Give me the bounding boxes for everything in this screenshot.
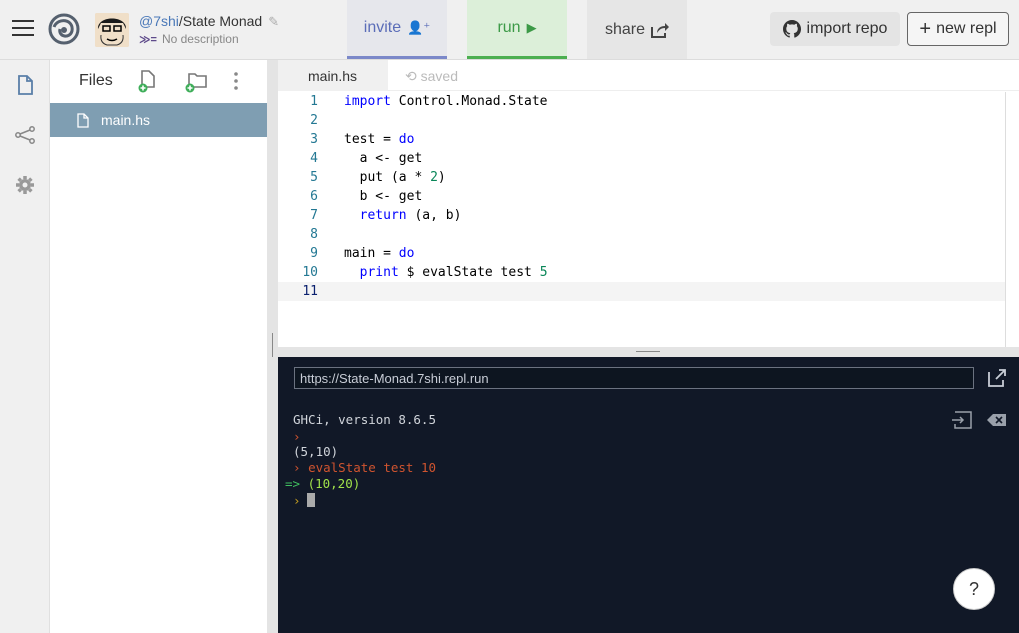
code-lines[interactable]: 1 import Control.Monad.State 2 3 test = do 4 … [278,92,1005,301]
code-text: print $ evalState test 5 [359,265,548,280]
console-resize-handle[interactable] [278,347,1019,357]
files-header: Files [50,60,267,102]
line-number: 6 [310,189,318,204]
result-arrow: => [285,476,308,491]
prompt-chevron-icon: › [293,460,309,475]
line-number: 5 [310,170,318,185]
tab-main-hs[interactable]: main.hs [278,60,388,91]
editor-scrollbar[interactable] [1005,92,1006,347]
code-text: test = do [344,132,415,147]
console-command: evalState test 10 [308,460,436,475]
code-line[interactable]: 3 test = do [278,130,1005,149]
code-text: b <- get [344,189,423,204]
console-panel[interactable]: https://State-Monad.7shi.repl.run GHCi, … [278,357,1019,633]
repl-title[interactable]: @7shi/State Monad ✎ [139,13,279,30]
line-number: 2 [310,113,318,128]
code-line[interactable]: 10 print $ evalState test 5 [278,263,1005,282]
editor-tabs: main.hs ⟲ saved [278,60,1019,91]
line-number: 7 [310,208,318,223]
code-line[interactable]: 7 return (a, b) [278,206,1005,225]
console-command-line: › evalState test 10 [293,460,436,475]
repl-description[interactable]: ≫= No description [139,32,239,46]
add-user-icon: 👤⁺ [407,20,431,35]
import-label: import repo [806,20,888,37]
code-line[interactable]: 4 a <- get [278,149,1005,168]
more-options-icon[interactable] [224,69,248,93]
code-line[interactable]: 1 import Control.Monad.State [278,92,1005,111]
clear-console-icon[interactable] [986,411,1008,429]
share-button[interactable]: share [587,0,687,59]
code-line[interactable]: 5 put (a * 2) [278,168,1005,187]
replit-logo[interactable] [48,13,80,45]
new-repl-label: new repl [936,20,997,37]
line-number: 9 [310,246,318,261]
files-panel: Files main.hs [50,60,267,633]
sidebar-resize-handle[interactable] [267,60,278,633]
owner-link[interactable]: @7shi [139,13,179,29]
console-result: (10,20) [307,476,361,491]
console-line: (5,10) [293,444,339,459]
pencil-icon[interactable]: ✎ [268,14,279,30]
add-folder-icon[interactable] [185,69,209,93]
code-line[interactable]: 8 [278,225,1005,244]
line-number: 10 [302,265,318,280]
code-editor[interactable]: main.hs ⟲ saved 1 import Control.Monad.St… [278,60,1019,347]
share-icon [651,22,670,38]
open-external-icon[interactable] [986,367,1008,389]
github-icon [782,20,801,38]
import-repo-button[interactable]: import repo [770,12,900,46]
line-number: 1 [310,94,318,109]
play-icon: ▶ [526,20,537,35]
haskell-icon: ≫= [139,34,157,46]
new-repl-button[interactable]: + new repl [907,12,1009,46]
file-name: main.hs [101,112,151,128]
save-status: ⟲ saved [405,68,458,85]
line-number: 11 [302,284,318,299]
code-line[interactable]: 6 b <- get [278,187,1005,206]
history-icon: ⟲ [405,68,417,84]
line-number: 8 [310,227,318,242]
exit-console-icon[interactable] [951,411,973,429]
console-line: GHCi, version 8.6.5 [293,412,436,427]
run-label: run [497,19,521,36]
save-status-text: saved [420,68,458,84]
console-input-line[interactable]: › [293,493,315,508]
version-control-icon[interactable] [14,124,36,146]
line-number: 3 [310,132,318,147]
text-cursor [306,493,315,507]
file-icon [77,112,89,128]
code-text: put (a * 2) [344,170,446,185]
run-button[interactable]: run ▶ [467,0,567,59]
avatar[interactable] [95,13,129,47]
plus-icon: + [919,18,932,40]
repl-url-field[interactable]: https://State-Monad.7shi.repl.run [294,367,974,389]
description-text: No description [161,32,239,46]
code-text: import Control.Monad.State [344,94,548,109]
repl-name[interactable]: State Monad [183,13,262,29]
add-file-icon[interactable] [136,69,160,93]
code-line[interactable]: 2 [278,111,1005,130]
top-bar: @7shi/State Monad ✎ ≫= No description invi… [0,0,1019,60]
menu-icon[interactable] [12,20,34,38]
code-text: main = do [344,246,415,261]
invite-button[interactable]: invite 👤⁺ [347,0,447,59]
file-icon[interactable] [14,74,36,96]
share-label: share [604,20,646,38]
console-result-line: => (10,20) [285,476,360,491]
code-line[interactable]: 11 [278,282,1005,301]
prompt-chevron-icon: › [293,493,301,508]
code-text: return (a, b) [359,208,462,223]
files-title: Files [79,72,113,89]
activity-rail [0,60,50,633]
code-text: a <- get [344,151,423,166]
invite-label: invite [363,19,402,36]
gear-icon[interactable] [14,174,36,196]
help-button[interactable]: ? [953,568,995,610]
line-number: 4 [310,151,318,166]
file-item-main-hs[interactable]: main.hs [50,103,267,137]
code-line[interactable]: 9 main = do [278,244,1005,263]
console-prompt: › [293,429,301,444]
